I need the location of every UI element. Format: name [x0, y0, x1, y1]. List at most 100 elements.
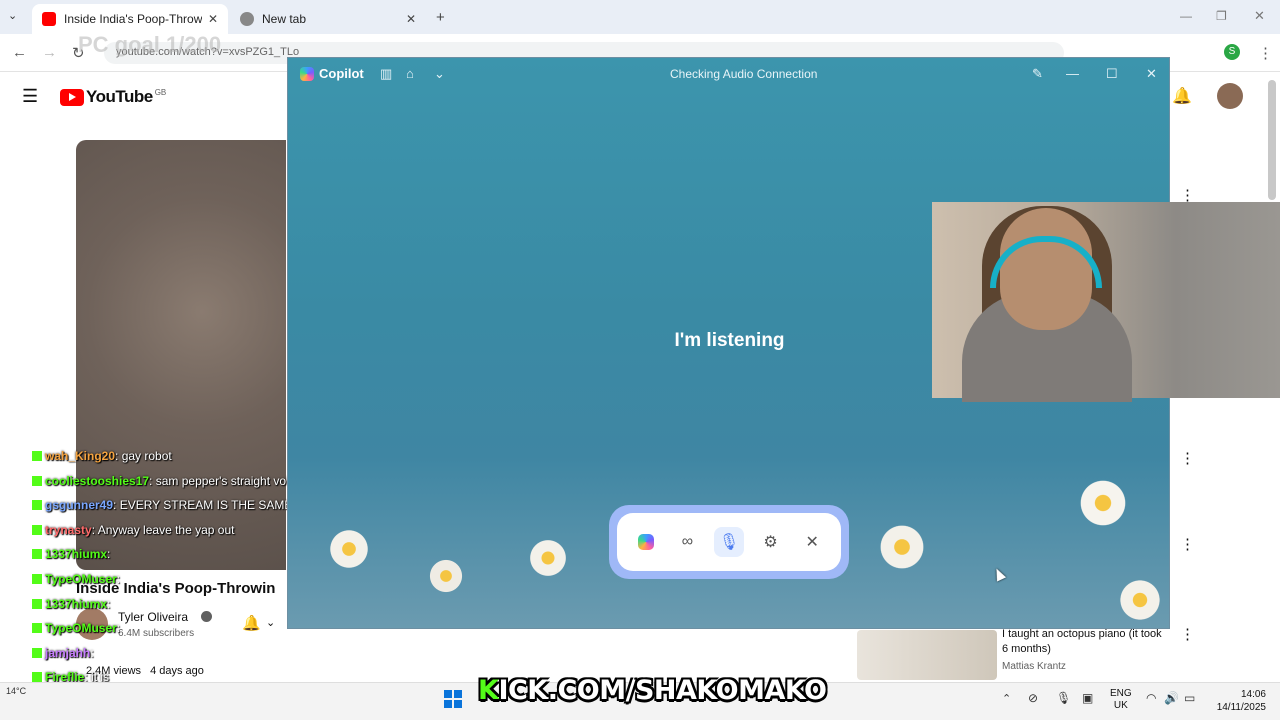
chat-separator: :	[90, 646, 94, 660]
chat-username: trynasty	[45, 523, 92, 537]
chat-username: 1337hiumx	[45, 547, 108, 561]
volume-icon[interactable]: 🔊	[1164, 691, 1179, 705]
chat-separator: :	[115, 449, 122, 463]
copilot-logo-icon	[300, 66, 314, 81]
copilot-app-name: Copilot	[319, 66, 364, 81]
kick-badge-icon	[32, 599, 42, 609]
decorative-flower	[1078, 478, 1128, 528]
profile-avatar[interactable]: S	[1224, 44, 1240, 60]
back-icon[interactable]: ←	[12, 44, 27, 61]
more-options-icon[interactable]: ⋮	[1180, 449, 1195, 467]
new-tab-button[interactable]: +	[436, 9, 445, 26]
decorative-flower	[428, 558, 464, 594]
chat-text: gay robot	[121, 449, 172, 463]
youtube-wordmark: YouTube	[86, 87, 153, 106]
chat-username: jamjahh	[45, 646, 91, 660]
chat-text: sam pepper's straight voice?	[155, 474, 309, 488]
microphone-tray-icon[interactable]: 🎙	[1056, 691, 1071, 705]
notifications-bell-icon[interactable]: 🔔	[1172, 86, 1192, 106]
maximize-icon[interactable]: ☐	[1106, 66, 1118, 82]
side-video-thumbnail[interactable]	[857, 630, 997, 680]
youtube-logo[interactable]: YouTube GB	[60, 87, 166, 107]
chrome-favicon-icon	[240, 12, 254, 26]
tab-search-icon[interactable]: ⌄	[8, 9, 17, 22]
chat-message: TypeOMuser:	[32, 621, 120, 635]
home-icon[interactable]: ⌂	[406, 66, 414, 81]
chat-separator: :	[116, 621, 121, 635]
kick-badge-icon	[32, 451, 42, 461]
chat-username: cooliestooshies17	[45, 474, 150, 488]
goal-overlay: PC goal 1/200	[78, 32, 222, 57]
vision-button[interactable]: ∞	[672, 527, 702, 557]
chat-message: TypeOMuser:	[32, 572, 120, 586]
chat-message: cooliestooshies17: sam pepper's straight…	[32, 474, 308, 488]
show-hidden-icons-icon[interactable]: ⌃	[1002, 692, 1011, 705]
more-options-icon[interactable]: ⋮	[1180, 535, 1195, 553]
minimize-icon[interactable]: —	[1066, 66, 1079, 81]
side-video-channel[interactable]: Mattias Krantz	[1002, 661, 1066, 672]
new-chat-icon[interactable]: ✎	[1032, 66, 1043, 82]
youtube-favicon-icon	[42, 12, 56, 26]
chat-message: 1337hiumx:	[32, 597, 110, 611]
kick-badge-icon	[32, 476, 42, 486]
channel-name[interactable]: Tyler Oliveira	[118, 610, 188, 624]
kick-logo-letter: K	[478, 675, 499, 706]
kick-badge-icon	[32, 574, 42, 584]
gear-icon: ⚙	[763, 534, 778, 551]
network-off-icon[interactable]: ⊘	[1028, 691, 1038, 705]
chat-separator: :	[107, 547, 111, 561]
chat-username: wah_King20	[45, 449, 116, 463]
glasses-icon: ∞	[681, 533, 694, 550]
chevron-down-icon[interactable]: ⌄	[266, 616, 275, 629]
subscriber-count: 6.4M subscribers	[118, 628, 195, 639]
chat-message: wah_King20: gay robot	[32, 449, 172, 463]
verified-badge-icon	[201, 611, 212, 622]
chat-username: TypeOMuser	[45, 621, 117, 635]
microphone-button[interactable]: 🎙	[713, 527, 744, 557]
close-browser-icon[interactable]: ✕	[1254, 8, 1265, 24]
kick-badge-icon	[32, 672, 42, 682]
copilot-window-title: Checking Audio Connection	[670, 67, 818, 81]
tab-youtube-video[interactable]: Inside India's Poop-Throwing Fe ✕	[32, 4, 228, 34]
chat-message: trynasty: Anyway leave the yap out	[32, 523, 234, 537]
more-options-icon[interactable]: ⋮	[1180, 625, 1195, 643]
kick-badge-icon	[32, 549, 42, 559]
microphone-icon: 🎙	[718, 534, 740, 551]
chat-separator: :	[107, 597, 111, 611]
close-tab-icon[interactable]: ✕	[208, 12, 218, 26]
chevron-down-icon[interactable]: ⌄	[434, 66, 445, 82]
chat-separator: :	[116, 572, 121, 586]
chat-username: TypeOMuser	[45, 572, 117, 586]
minimize-browser-icon[interactable]: —	[1180, 9, 1192, 23]
kick-badge-icon	[32, 648, 42, 658]
voice-control-bar: ∞ 🎙 ⚙ ✕	[617, 513, 841, 571]
browser-menu-icon[interactable]: ⋮	[1258, 44, 1273, 62]
copilot-logo-button[interactable]	[631, 527, 661, 557]
sidebar-toggle-icon[interactable]: ▥	[380, 66, 392, 82]
wifi-icon[interactable]: ◠	[1146, 691, 1156, 705]
weather-widget[interactable]: 14°C	[6, 686, 26, 696]
chat-username: 1337hiumx	[45, 597, 108, 611]
close-tab-icon[interactable]: ✕	[406, 12, 416, 26]
decorative-flower	[528, 538, 568, 578]
windows-start-icon[interactable]	[444, 690, 462, 708]
hamburger-menu-icon[interactable]: ☰	[22, 86, 38, 107]
language-indicator[interactable]: ENG UK	[1110, 688, 1132, 712]
chat-separator: :	[149, 474, 156, 488]
clock[interactable]: 14:06 14/11/2025	[1208, 688, 1266, 714]
subscribe-bell-icon[interactable]: 🔔	[242, 614, 261, 632]
end-voice-button[interactable]: ✕	[797, 527, 827, 557]
region-code: GB	[154, 87, 167, 97]
forward-icon[interactable]: →	[42, 44, 57, 61]
close-icon[interactable]: ✕	[1146, 66, 1157, 82]
display-tray-icon[interactable]: ▣	[1082, 691, 1093, 705]
battery-icon[interactable]: ▭	[1184, 691, 1195, 705]
settings-button[interactable]: ⚙	[756, 527, 786, 557]
user-avatar[interactable]	[1217, 83, 1243, 109]
language-code: ENG	[1110, 688, 1132, 699]
chat-separator: :	[113, 498, 120, 512]
maximize-browser-icon[interactable]: ❐	[1216, 9, 1227, 23]
side-video-title[interactable]: I taught an octopus piano (it took 6 mon…	[1002, 627, 1162, 657]
tab-new-tab[interactable]: New tab ✕	[230, 4, 426, 34]
page-scrollbar[interactable]	[1268, 80, 1276, 200]
